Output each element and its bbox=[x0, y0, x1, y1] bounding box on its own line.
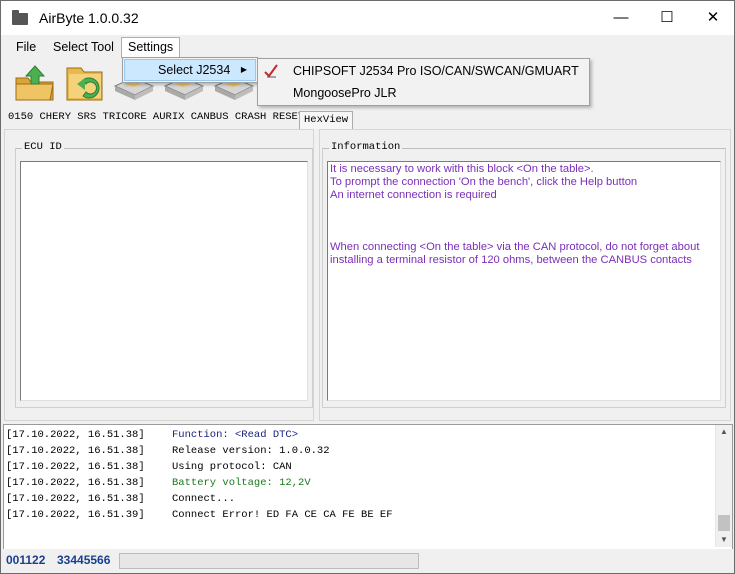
j2534-item-label: CHIPSOFT J2534 Pro ISO/CAN/SWCAN/GMUART bbox=[293, 64, 579, 78]
app-window: AirByte 1.0.0.32 — ☐ ✕ File Select Tool … bbox=[0, 0, 735, 574]
log-message: Release version: 1.0.0.32 bbox=[172, 445, 330, 457]
progress-bar bbox=[119, 553, 419, 569]
log-timestamp: [17.10.2022, 16.51.38] bbox=[6, 461, 145, 473]
log-timestamp: [17.10.2022, 16.51.38] bbox=[6, 493, 145, 505]
status-bar: 001122 33445566 bbox=[1, 549, 734, 573]
information-text[interactable]: It is necessary to work with this block … bbox=[327, 161, 721, 401]
status-code-2: 33445566 bbox=[57, 553, 111, 567]
log-timestamp: [17.10.2022, 16.51.39] bbox=[6, 509, 145, 521]
tab-chery-srs[interactable]: 0150 CHERY SRS TRICORE AURIX CANBUS CRAS… bbox=[4, 109, 309, 129]
scroll-thumb[interactable] bbox=[718, 515, 730, 531]
menu-bar: File Select Tool Settings bbox=[1, 35, 734, 58]
window-title: AirByte 1.0.0.32 bbox=[39, 10, 139, 26]
log-message: Battery voltage: 12,2V bbox=[172, 477, 311, 489]
submenu-arrow-icon: ▶ bbox=[240, 65, 247, 74]
log-message: Function: <Read DTC> bbox=[172, 429, 299, 441]
scroll-up-icon[interactable]: ▲ bbox=[718, 427, 730, 437]
log-scrollbar[interactable]: ▲ ▼ bbox=[715, 425, 732, 547]
status-code-1: 001122 bbox=[6, 553, 46, 567]
settings-dropdown: Select J2534 ▶ bbox=[122, 57, 258, 83]
information-label: Information bbox=[329, 141, 403, 153]
menu-select-j2534[interactable]: Select J2534 ▶ bbox=[124, 59, 256, 81]
j2534-item-mongoose[interactable]: MongoosePro JLR bbox=[259, 82, 588, 104]
log-message: Connect... bbox=[172, 493, 236, 505]
folder-app-icon bbox=[12, 10, 28, 25]
menu-file[interactable]: File bbox=[10, 38, 42, 56]
ecu-panel: ECU ID bbox=[4, 129, 314, 421]
info-panel: Information It is necessary to work with… bbox=[319, 129, 731, 421]
info-line: An internet connection is required bbox=[330, 189, 497, 201]
close-button[interactable]: ✕ bbox=[690, 1, 734, 35]
ecu-id-list[interactable] bbox=[20, 161, 308, 401]
menu-settings[interactable]: Settings bbox=[121, 37, 181, 58]
info-line: installing a terminal resistor of 120 oh… bbox=[330, 254, 692, 266]
log-timestamp: [17.10.2022, 16.51.38] bbox=[6, 477, 145, 489]
info-line: To prompt the connection 'On the bench',… bbox=[330, 176, 638, 188]
ecu-id-group: ECU ID bbox=[15, 141, 313, 408]
minimize-button[interactable]: — bbox=[598, 1, 644, 35]
scroll-down-icon[interactable]: ▼ bbox=[718, 535, 730, 545]
log-timestamp: [17.10.2022, 16.51.38] bbox=[6, 445, 145, 457]
info-line: It is necessary to work with this block … bbox=[330, 163, 594, 175]
information-group: Information It is necessary to work with… bbox=[322, 141, 726, 408]
title-bar: AirByte 1.0.0.32 — ☐ ✕ bbox=[1, 1, 734, 35]
log-message: Connect Error! ED FA CE CA FE BE EF bbox=[172, 509, 393, 521]
log-message: Using protocol: CAN bbox=[172, 461, 292, 473]
maximize-button[interactable]: ☐ bbox=[644, 1, 690, 35]
j2534-item-chipsoft[interactable]: CHIPSOFT J2534 Pro ISO/CAN/SWCAN/GMUART bbox=[259, 60, 588, 82]
ecu-id-label: ECU ID bbox=[22, 141, 64, 153]
checkmark-icon bbox=[264, 64, 278, 78]
log-timestamp: [17.10.2022, 16.51.38] bbox=[6, 429, 145, 441]
menu-select-j2534-label: Select J2534 bbox=[158, 63, 231, 77]
j2534-item-label: MongoosePro JLR bbox=[293, 86, 397, 100]
tab-hexview[interactable]: HexView bbox=[299, 111, 354, 129]
log-output[interactable]: [17.10.2022, 16.51.38] Function: <Read DT… bbox=[3, 424, 733, 550]
open-folder-icon[interactable] bbox=[13, 62, 57, 104]
save-folder-icon[interactable] bbox=[63, 62, 107, 104]
j2534-submenu: CHIPSOFT J2534 Pro ISO/CAN/SWCAN/GMUART … bbox=[257, 58, 590, 106]
menu-select-tool[interactable]: Select Tool bbox=[47, 38, 120, 56]
tab-strip: 0150 CHERY SRS TRICORE AURIX CANBUS CRAS… bbox=[1, 109, 734, 129]
info-line: When connecting <On the table> via the C… bbox=[330, 241, 700, 253]
